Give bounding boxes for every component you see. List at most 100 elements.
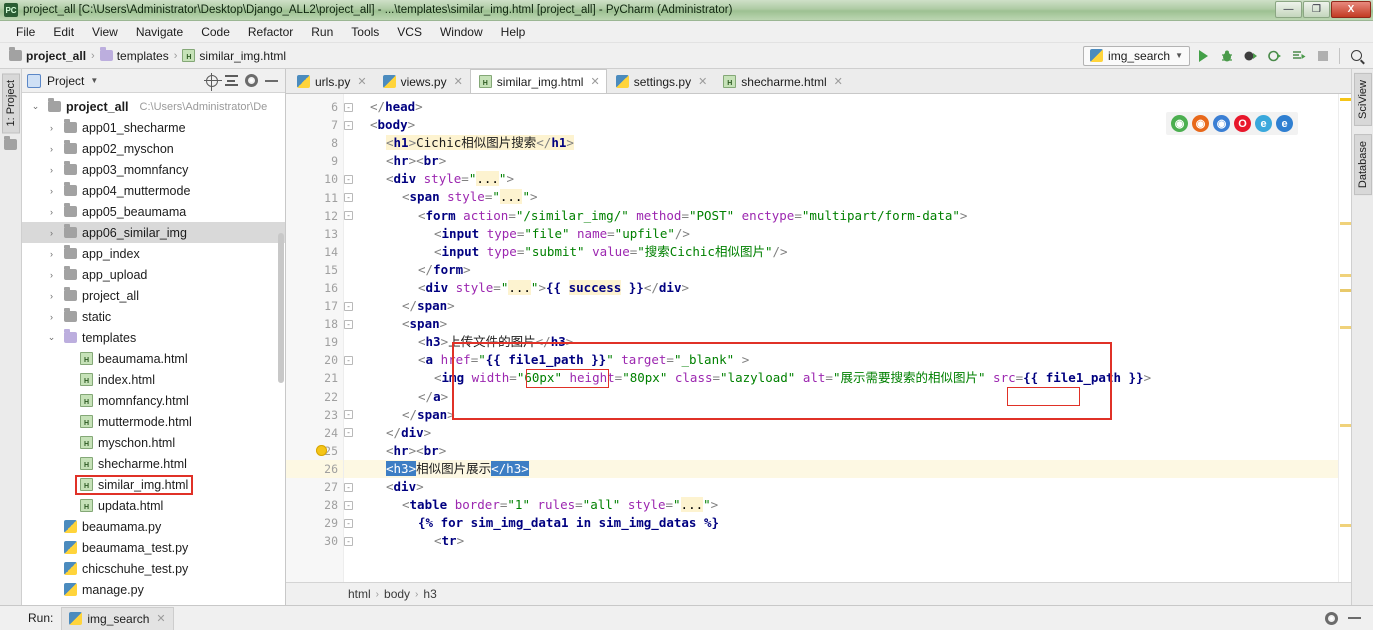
code-scroll-region[interactable]: </head> <body> <h1>Cichic相似图片搜索</h1> <hr><b… — [344, 94, 1338, 582]
code-line-26[interactable]: <h3>相似图片展示</h3> — [344, 459, 1338, 478]
tree-item-beaumama-py[interactable]: beaumama.py — [22, 516, 285, 537]
line-number-27[interactable]: 27- — [286, 478, 353, 496]
tree-item-updata-html[interactable]: Hupdata.html — [22, 495, 285, 516]
chrome-icon[interactable]: ◉ — [1171, 115, 1188, 132]
code-line-20[interactable]: <a href="{{ file1_path }}" target="_blan… — [344, 351, 1338, 369]
editor-breadcrumb-body[interactable]: body — [384, 587, 410, 601]
maximize-button[interactable]: ❐ — [1303, 1, 1330, 18]
code-line-16[interactable]: <div style="...">{{ success }}</div> — [344, 279, 1338, 297]
menu-vcs[interactable]: VCS — [389, 23, 430, 41]
code-line-22[interactable]: </a> — [344, 388, 1338, 406]
line-number-25[interactable]: 25 — [286, 442, 343, 460]
tree-item-beaumama-html[interactable]: Hbeaumama.html — [22, 348, 285, 369]
code-line-15[interactable]: </form> — [344, 261, 1338, 279]
scroll-to-source-button[interactable] — [203, 72, 222, 91]
tool-window-tab-sciview[interactable]: SciView — [1353, 73, 1372, 126]
menu-edit[interactable]: Edit — [45, 23, 82, 41]
run-configuration-selector[interactable]: img_search ▼ — [1083, 45, 1190, 66]
code-line-13[interactable]: <input type="file" name="upfile"/> — [344, 225, 1338, 243]
minimize-button[interactable]: — — [1275, 1, 1302, 18]
close-icon[interactable]: ✕ — [454, 75, 463, 88]
code-line-30[interactable]: <tr> — [344, 532, 1338, 550]
tree-item-beaumama-test-py[interactable]: beaumama_test.py — [22, 537, 285, 558]
tree-item-app06-similar-img[interactable]: › app06_similar_img — [22, 222, 285, 243]
menu-file[interactable]: File — [8, 23, 43, 41]
line-number-30[interactable]: 30- — [286, 532, 353, 550]
tree-item-myschon-html[interactable]: Hmyschon.html — [22, 432, 285, 453]
tree-expand-arrow[interactable]: › — [46, 291, 57, 301]
code-editor[interactable]: 6-7- 8 9 10-11-12-13 14 15 16 17-18- 19 20- 21 22 23… — [286, 94, 1351, 582]
close-icon[interactable]: ✕ — [834, 75, 843, 88]
line-number-13[interactable]: 13 — [286, 225, 343, 243]
editor-tab-shecharme-html[interactable]: Hshecharme.html ✕ — [714, 69, 850, 93]
breadcrumb-similar-img-html[interactable]: H similar_img.html — [179, 48, 289, 64]
tree-item-chicschuhe-test-py[interactable]: chicschuhe_test.py — [22, 558, 285, 579]
tree-item-app01-shecharme[interactable]: › app01_shecharme — [22, 117, 285, 138]
internet-explorer-icon[interactable]: e — [1255, 115, 1272, 132]
line-number-19[interactable]: 19 — [286, 333, 343, 351]
editor-gutter[interactable]: 6-7- 8 9 10-11-12-13 14 15 16 17-18- 19 20- 21 22 23… — [286, 94, 353, 582]
close-icon[interactable]: ✕ — [156, 612, 165, 625]
line-number-10[interactable]: 10- — [286, 170, 353, 188]
code-line-10[interactable]: <div style="..."> — [344, 170, 1338, 188]
opera-icon[interactable]: O — [1234, 115, 1251, 132]
editor-tab-urls-py[interactable]: urls.py ✕ — [288, 69, 374, 93]
code-line-25[interactable]: <hr><br> — [344, 442, 1338, 460]
tree-item-similar-img-html[interactable]: Hsimilar_img.html — [22, 474, 285, 495]
chevron-down-icon[interactable]: ▼ — [90, 76, 98, 85]
breadcrumb-templates[interactable]: templates — [97, 47, 172, 64]
code-line-17[interactable]: </span> — [344, 297, 1338, 315]
hide-run-panel-button[interactable] — [1346, 610, 1363, 627]
line-number-26[interactable]: 26 — [286, 459, 343, 478]
menu-refactor[interactable]: Refactor — [240, 23, 301, 41]
stop-button[interactable] — [1312, 46, 1334, 66]
tree-item-app03-momnfancy[interactable]: › app03_momnfancy — [22, 159, 285, 180]
run-to-cursor-button[interactable] — [1288, 46, 1310, 66]
menu-tools[interactable]: Tools — [343, 23, 387, 41]
run-settings-button[interactable] — [1323, 610, 1340, 627]
editor-scrollbar[interactable] — [1338, 94, 1351, 582]
tool-window-tab-database[interactable]: Database — [1353, 133, 1372, 196]
tree-expand-arrow[interactable]: ⌄ — [46, 332, 57, 343]
line-number-28[interactable]: 28- — [286, 496, 353, 514]
line-number-15[interactable]: 15 — [286, 261, 343, 279]
search-everywhere-button[interactable] — [1345, 46, 1367, 66]
tree-expand-arrow[interactable]: › — [46, 207, 57, 217]
tree-expand-arrow[interactable]: › — [46, 312, 57, 322]
editor-tab-similar-img-html[interactable]: Hsimilar_img.html ✕ — [469, 69, 607, 93]
tree-item-app02-myschon[interactable]: › app02_myschon — [22, 138, 285, 159]
tree-expand-arrow[interactable]: › — [46, 270, 57, 280]
menu-run[interactable]: Run — [303, 23, 341, 41]
tree-item-index-html[interactable]: Hindex.html — [22, 369, 285, 390]
line-number-17[interactable]: 17- — [286, 297, 353, 315]
code-line-28[interactable]: <table border="1" rules="all" style="...… — [344, 496, 1338, 514]
safari-icon[interactable]: ◉ — [1213, 115, 1230, 132]
code-line-27[interactable]: <div> — [344, 478, 1338, 496]
project-tree-scrollbar[interactable] — [278, 233, 284, 383]
menu-help[interactable]: Help — [493, 23, 534, 41]
line-number-8[interactable]: 8 — [286, 134, 343, 152]
line-number-18[interactable]: 18- — [286, 315, 353, 333]
run-with-coverage-button[interactable] — [1240, 46, 1262, 66]
code-line-8[interactable]: <h1>Cichic相似图片搜索</h1> — [344, 134, 1338, 152]
hide-panel-button[interactable] — [263, 72, 280, 89]
code-line-11[interactable]: <span style="..."> — [344, 188, 1338, 206]
code-line-29[interactable]: {% for sim_img_data1 in sim_img_datas %} — [344, 514, 1338, 532]
run-button[interactable] — [1192, 46, 1214, 66]
code-line-19[interactable]: <h3>上传文件的图片</h3> — [344, 333, 1338, 351]
tree-item-app04-muttermode[interactable]: › app04_muttermode — [22, 180, 285, 201]
firefox-icon[interactable]: ◉ — [1192, 115, 1209, 132]
close-icon[interactable]: ✕ — [357, 75, 366, 88]
code-line-23[interactable]: </span> — [344, 406, 1338, 424]
code-line-9[interactable]: <hr><br> — [344, 152, 1338, 170]
close-icon[interactable]: ✕ — [698, 75, 707, 88]
line-number-6[interactable]: 6- — [286, 98, 353, 116]
breadcrumb-project-all[interactable]: project_all — [6, 47, 89, 64]
menu-navigate[interactable]: Navigate — [128, 23, 191, 41]
code-line-14[interactable]: <input type="submit" value="搜索Cichic相似图片… — [344, 243, 1338, 261]
panel-settings-button[interactable] — [243, 72, 260, 89]
line-number-20[interactable]: 20- — [286, 351, 353, 369]
editor-breadcrumb-html[interactable]: html — [348, 587, 371, 601]
tree-item-muttermode-html[interactable]: Hmuttermode.html — [22, 411, 285, 432]
tree-expand-arrow[interactable]: › — [46, 186, 57, 196]
